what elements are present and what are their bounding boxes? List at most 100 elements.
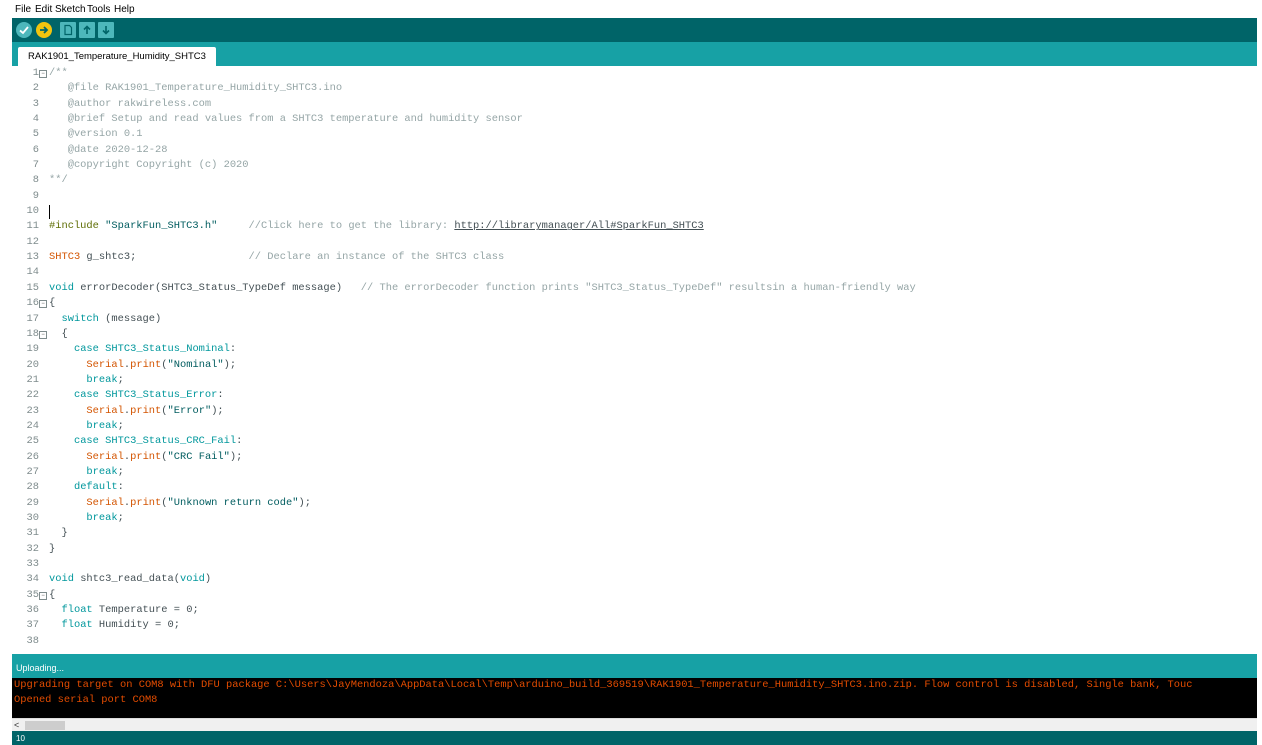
code-token: Serial [86, 404, 124, 417]
code-token: @author rakwireless.com [49, 97, 212, 110]
fold-toggle-icon[interactable]: − [39, 70, 47, 78]
code-line[interactable]: 27 break; [12, 465, 1257, 480]
tab-sketch[interactable]: RAK1901_Temperature_Humidity_SHTC3 [18, 47, 216, 66]
code-token: } [49, 527, 68, 540]
code-line[interactable]: 1−/** [12, 66, 1257, 81]
code-line[interactable]: 24 break; [12, 419, 1257, 434]
code-line[interactable]: 35−{ [12, 588, 1257, 603]
code-line[interactable]: 17 switch (message) [12, 312, 1257, 327]
code-token: "Nominal" [167, 358, 224, 371]
code-text: } [49, 526, 68, 541]
line-number: 38 [26, 634, 39, 647]
line-number: 23 [26, 404, 39, 417]
line-number: 24 [26, 419, 39, 432]
code-line[interactable]: 9 [12, 189, 1257, 204]
code-line[interactable]: 4 @brief Setup and read values from a SH… [12, 112, 1257, 127]
line-number: 8 [32, 174, 39, 187]
code-token: "Unknown return code" [167, 496, 299, 509]
line-number: 30 [26, 511, 39, 524]
code-line[interactable]: 28 default: [12, 480, 1257, 495]
code-line[interactable]: 23 Serial.print("Error"); [12, 404, 1257, 419]
fold-toggle-icon[interactable]: − [39, 591, 47, 600]
code-line[interactable]: 21 break; [12, 373, 1257, 388]
new-sketch-button[interactable] [60, 22, 76, 38]
code-line[interactable]: 29 Serial.print("Unknown return code"); [12, 496, 1257, 511]
code-token: ); [211, 404, 224, 417]
code-text: } [49, 542, 55, 557]
code-token: SHTC3_Status_CRC_Fail [105, 435, 237, 448]
code-line[interactable]: 18− { [12, 327, 1257, 342]
code-line[interactable]: 8 **/ [12, 173, 1257, 188]
line-number: 35 [26, 588, 39, 601]
code-token: { [49, 297, 56, 310]
line-number: 10 [26, 205, 39, 218]
code-token: ); [223, 358, 237, 371]
code-line[interactable]: 36 float Temperature = 0; [12, 603, 1257, 618]
code-token: @copyright Copyright (c) 2020 [49, 159, 249, 172]
save-sketch-button[interactable] [98, 22, 114, 38]
code-line[interactable]: 30 break; [12, 511, 1257, 526]
upload-button[interactable] [36, 22, 52, 38]
console-output[interactable]: Upgrading target on COM8 with DFU packag… [12, 678, 1257, 718]
code-text: switch (message) [49, 312, 161, 327]
code-line[interactable]: 22 case SHTC3_Status_Error: [12, 388, 1257, 403]
code-line[interactable]: 15 void errorDecoder(SHTC3_Status_TypeDef… [12, 281, 1257, 296]
code-text: @date 2020-12-28 [49, 143, 168, 158]
code-line[interactable]: 37 float Humidity = 0; [12, 618, 1257, 633]
code-token: @file RAK1901_Temperature_Humidity_SHTC3… [49, 82, 343, 95]
code-token: @version 0.1 [49, 128, 143, 141]
code-token: ) [204, 573, 212, 586]
code-line[interactable]: 5 @version 0.1 [12, 127, 1257, 142]
code-line[interactable]: 20 Serial.print("Nominal"); [12, 358, 1257, 373]
code-line[interactable]: 11 #include "SparkFun_SHTC3.h" //Click he… [12, 219, 1257, 234]
code-line[interactable]: 3 @author rakwireless.com [12, 97, 1257, 112]
code-line[interactable]: 13 SHTC3 g_shtc3; // Declare an instance … [12, 250, 1257, 265]
code-line[interactable]: 32} [12, 542, 1257, 557]
menu-sketch[interactable]: Sketch [55, 4, 86, 15]
verify-button[interactable] [16, 22, 32, 38]
new-file-icon [64, 24, 73, 36]
code-token: float [61, 619, 93, 632]
line-number: 37 [26, 619, 39, 632]
fold-toggle-icon[interactable]: − [39, 300, 47, 309]
code-token: ; [117, 419, 124, 432]
line-number: 6 [32, 143, 39, 156]
code-token: print [130, 358, 162, 371]
menu-edit[interactable]: Edit [35, 4, 52, 15]
code-token: (message) [98, 312, 162, 325]
code-token: errorDecoder(SHTC3_Status_TypeDef messag… [73, 281, 343, 294]
fold-toggle-icon[interactable]: − [39, 330, 47, 339]
code-line[interactable]: 16−{ [12, 296, 1257, 311]
code-line[interactable]: 6 @date 2020-12-28 [12, 143, 1257, 158]
code-text: default: [49, 480, 124, 495]
line-number: 12 [26, 235, 39, 248]
code-line[interactable]: 33 [12, 557, 1257, 572]
line-number: 36 [26, 604, 39, 617]
code-token: Serial [86, 358, 124, 371]
code-line[interactable]: 25 case SHTC3_Status_CRC_Fail: [12, 434, 1257, 449]
code-editor[interactable]: 1−/** 2 @file RAK1901_Temperature_Humidit… [12, 66, 1257, 654]
code-line[interactable]: 12 [12, 235, 1257, 250]
code-line[interactable]: 14 [12, 265, 1257, 280]
code-line[interactable]: 7 @copyright Copyright (c) 2020 [12, 158, 1257, 173]
horizontal-scrollbar[interactable]: < [12, 718, 1257, 732]
code-line[interactable]: 38 [12, 634, 1257, 649]
scroll-thumb[interactable] [25, 721, 65, 730]
menu-help[interactable]: Help [114, 4, 135, 15]
code-line[interactable]: 34 void shtc3_read_data(void) [12, 572, 1257, 587]
code-line[interactable]: 10 [12, 204, 1257, 220]
code-line[interactable]: 26 Serial.print("CRC Fail"); [12, 450, 1257, 465]
menu-tools[interactable]: Tools [87, 4, 110, 15]
menu-file[interactable]: File [15, 4, 31, 15]
code-line[interactable]: 19 case SHTC3_Status_Nominal: [12, 342, 1257, 357]
code-line[interactable]: 31 } [12, 526, 1257, 541]
code-line[interactable]: 2 @file RAK1901_Temperature_Humidity_SHT… [12, 81, 1257, 96]
code-token: Temperature = 0; [92, 604, 199, 617]
open-sketch-button[interactable] [79, 22, 95, 38]
code-token: SHTC3 [49, 251, 81, 264]
